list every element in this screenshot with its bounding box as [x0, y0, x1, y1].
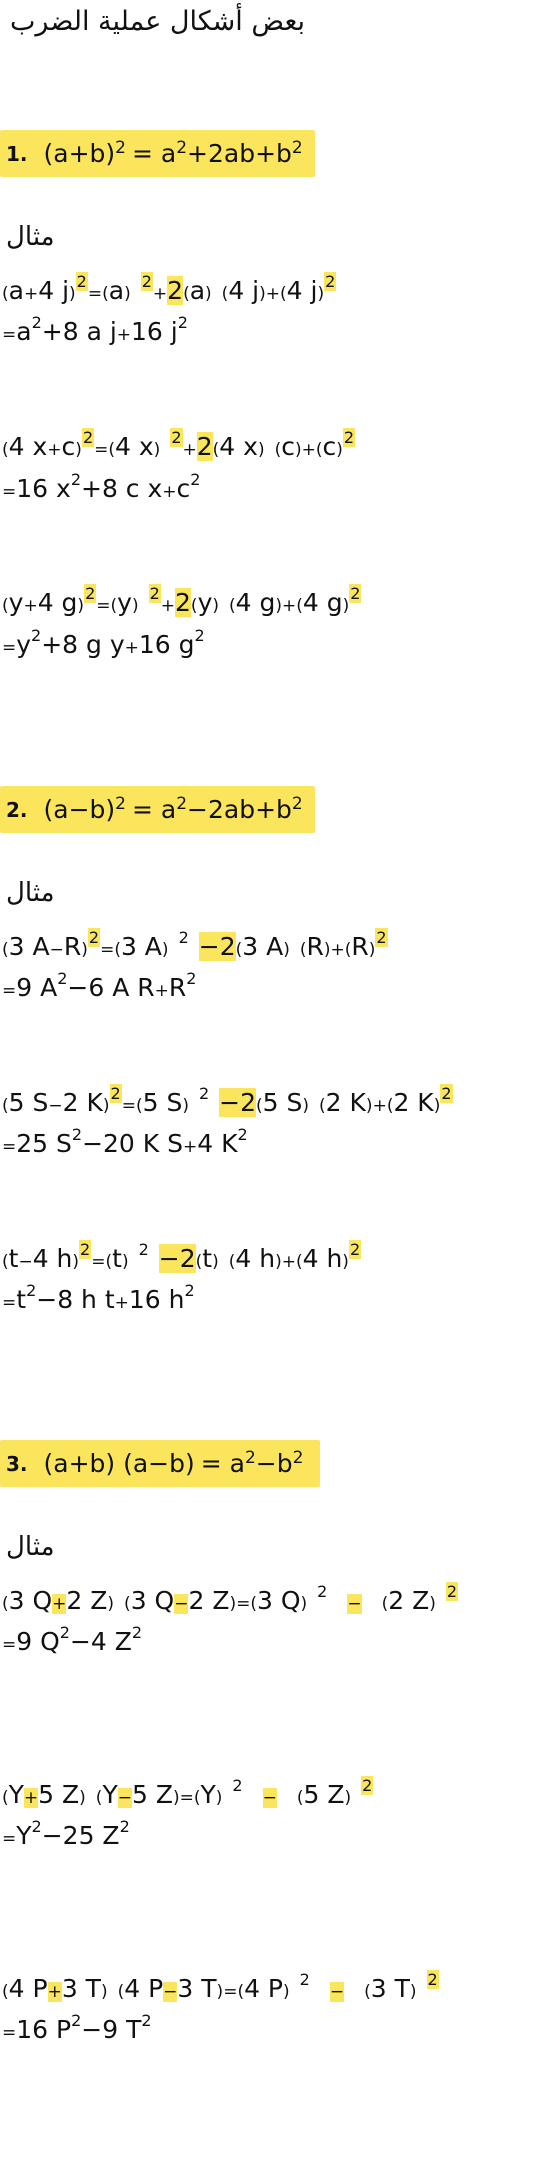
example-2-1-line-2: =9 A2−6 A R+R2: [2, 969, 197, 1002]
example-1-2-line-2: =16 x2+8 c x+c2: [2, 470, 201, 503]
example-label: مثال: [6, 878, 55, 908]
example-1-1-line-1: (a+4 j)2=(a)2+2(a) (4 j)+(4 j)2: [2, 272, 337, 305]
example-2-2-line-1: (5 S−2 K)2=(5 S)2 −2(5 S) (2 K)+(2 K)2: [2, 1084, 453, 1117]
example-1-1-line-2: =a2+8 a j+16 j2: [2, 313, 188, 346]
example-3-1-line-1: (3 Q+2 Z) (3 Q−2 Z)=(3 Q)2− (2 Z)2: [2, 1582, 459, 1615]
formula-2: 2. (a−b) 2 = a2 −2ab+b 2: [0, 786, 315, 833]
formula-exponent: 2: [115, 793, 126, 814]
page: بعض أشكال عملية الضرب 1. (a+b) 2 = a2 +2a…: [0, 0, 536, 2158]
formula-exponent: 2: [292, 1447, 304, 1468]
formula-rhs-a: = a: [200, 1449, 245, 1478]
example-3-2-line-1: (Y+5 Z) (Y−5 Z)=(Y)2− (5 Z)2: [2, 1776, 374, 1809]
formula-exponent: 2: [176, 137, 188, 158]
formula-rhs-a: = a: [132, 795, 177, 824]
formula-number: 1.: [6, 141, 28, 166]
formula-lhs: (a+b) (a−b): [43, 1449, 195, 1478]
example-3-2-line-2: =Y2−25 Z2: [2, 1817, 130, 1850]
example-2-2-line-2: =25 S2−20 K S+4 K2: [2, 1125, 248, 1158]
formula-rhs-b: −b: [255, 1449, 293, 1478]
formula-lhs: (a−b): [43, 795, 116, 824]
formula-exponent: 2: [176, 793, 188, 814]
formula-exponent: 2: [291, 793, 303, 814]
formula-rhs-b: +2ab+b: [187, 139, 292, 168]
formula-3: 3. (a+b) (a−b) = a2 −b 2: [0, 1440, 320, 1487]
example-label: مثال: [6, 222, 55, 252]
example-1-3-line-1: (y+4 g)2=(y)2+2(y) (4 g)+(4 g)2: [2, 584, 362, 617]
example-1-2-line-1: (4 x+c)2=(4 x)2+2(4 x) (c)+(c)2: [2, 428, 356, 461]
formula-rhs-a: = a: [132, 139, 177, 168]
example-2-3-line-1: (t−4 h)2=(t)2 −2(t) (4 h)+(4 h)2: [2, 1240, 362, 1273]
formula-number: 2.: [6, 797, 28, 822]
example-1-3-line-2: =y2+8 g y+16 g2: [2, 626, 205, 659]
formula-exponent: 2: [244, 1447, 256, 1468]
formula-exponent: 2: [115, 137, 126, 158]
formula-lhs: (a+b): [43, 139, 116, 168]
example-3-3-line-1: (4 P+3 T) (4 P−3 T)=(4 P)2− (3 T)2: [2, 1970, 439, 2003]
example-label: مثال: [6, 1532, 55, 1562]
page-title: بعض أشكال عملية الضرب: [10, 6, 305, 37]
formula-rhs-b: −2ab+b: [187, 795, 292, 824]
example-2-1-line-1: (3 A−R)2=(3 A)2 −2(3 A) (R)+(R)2: [2, 928, 388, 961]
example-3-1-line-2: =9 Q2−4 Z2: [2, 1623, 143, 1656]
example-3-3-line-2: =16 P2−9 T2: [2, 2011, 152, 2044]
formula-exponent: 2: [291, 137, 303, 158]
example-2-3-line-2: =t2−8 h t+16 h2: [2, 1281, 195, 1314]
formula-number: 3.: [6, 1451, 28, 1476]
formula-1: 1. (a+b) 2 = a2 +2ab+b 2: [0, 130, 315, 177]
